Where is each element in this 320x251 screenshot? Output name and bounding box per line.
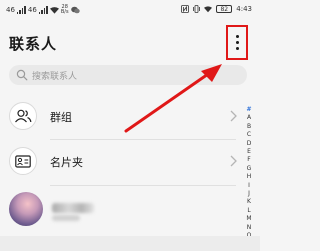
index-letter[interactable]: H [247, 173, 252, 181]
contact-avatar[interactable] [9, 192, 43, 226]
index-letter[interactable]: D [247, 140, 252, 148]
index-letter[interactable]: M [246, 215, 251, 223]
index-letter[interactable]: I [248, 182, 250, 190]
index-letter[interactable]: A [247, 114, 251, 122]
divider [50, 139, 236, 140]
index-letter[interactable]: F [247, 156, 250, 164]
business-card-icon [15, 154, 31, 168]
index-letter[interactable]: N [247, 224, 252, 232]
divider [50, 185, 236, 186]
chevron-right-icon [230, 110, 237, 122]
index-letter[interactable]: J [248, 190, 250, 198]
alphabet-index[interactable]: #ABCDEFGHIJKLMNO [243, 106, 255, 241]
contact-name-blurred[interactable] [52, 203, 94, 213]
chevron-right-icon [230, 155, 237, 167]
index-letter[interactable]: K [247, 198, 251, 206]
business-cards-label: 名片夹 [50, 156, 83, 169]
list-item-groups[interactable]: 群组 [0, 99, 240, 135]
list-item-business-cards[interactable]: 名片夹 [0, 144, 240, 180]
group-icon [15, 109, 32, 123]
bottom-edge [0, 236, 260, 251]
business-card-icon-container [9, 147, 37, 175]
group-icon-container [9, 102, 37, 130]
groups-label: 群组 [50, 111, 72, 124]
index-letter[interactable]: L [247, 207, 250, 215]
contact-detail-blurred [52, 215, 80, 221]
index-letter[interactable]: C [247, 131, 251, 139]
index-letter[interactable]: # [246, 106, 251, 114]
index-letter[interactable]: G [247, 165, 252, 173]
index-letter[interactable]: E [247, 148, 251, 156]
index-letter[interactable]: B [247, 123, 251, 131]
